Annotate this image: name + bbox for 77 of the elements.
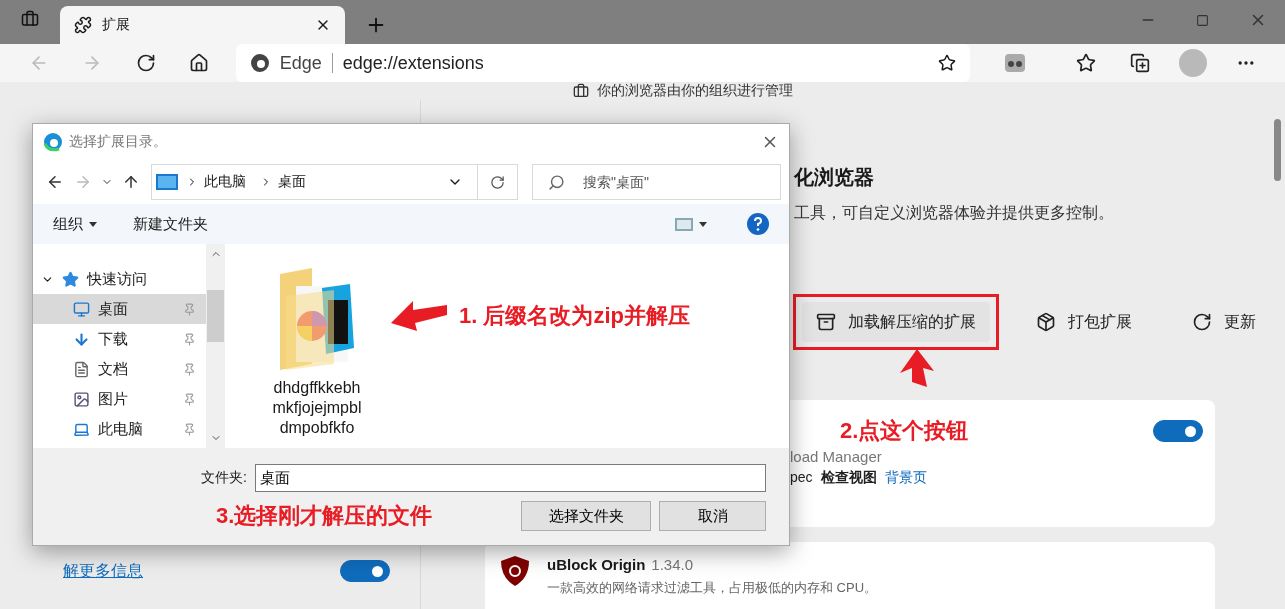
- browser-logo-icon: [249, 53, 270, 73]
- favorites-icon[interactable]: [1076, 53, 1097, 73]
- puzzle-icon: [74, 16, 92, 34]
- back-icon[interactable]: [46, 173, 64, 191]
- pin-icon: [183, 392, 196, 406]
- dialog-title: 选择扩展目录。: [69, 133, 168, 151]
- breadcrumb[interactable]: 桌面: [272, 173, 312, 191]
- cancel-button[interactable]: 取消: [659, 501, 766, 531]
- home-icon[interactable]: [188, 53, 209, 73]
- background-page-link[interactable]: 背景页: [884, 469, 927, 487]
- field-label: 文件夹:: [201, 469, 247, 487]
- command-button[interactable]: 新建文件夹: [133, 214, 208, 234]
- page-subtitle: 工具，可自定义浏览器体验并提供更多控制。: [794, 203, 1115, 223]
- nav-item[interactable]: 桌面: [33, 294, 206, 324]
- caret-icon: [89, 221, 97, 227]
- browser-tab[interactable]: 扩展: [60, 6, 345, 44]
- briefcase-icon: [572, 83, 589, 99]
- reload-icon[interactable]: [135, 53, 156, 73]
- refresh-icon[interactable]: [490, 174, 505, 190]
- up-icon[interactable]: [122, 173, 140, 191]
- monitor-icon: [73, 300, 90, 318]
- document-icon: [73, 360, 90, 378]
- maximize-icon[interactable]: [1196, 13, 1209, 27]
- version-text: 1.34.0: [651, 556, 694, 573]
- pin-icon: [183, 362, 196, 376]
- monitor-icon: [156, 174, 178, 190]
- favorite-add-icon[interactable]: [937, 54, 956, 72]
- page-heading: 化浏览器: [794, 165, 875, 190]
- url-text: edge://extensions: [342, 52, 485, 74]
- picture-icon: [73, 390, 90, 408]
- nav-item[interactable]: 快速访问: [33, 264, 206, 294]
- caret-icon[interactable]: [699, 221, 707, 227]
- download-icon: [73, 330, 90, 348]
- extension-name: uBlock Origin: [547, 556, 646, 573]
- inspect-text: pec: [790, 469, 813, 487]
- annotation-text: 1. 后缀名改为zip并解压: [459, 302, 690, 330]
- help-icon[interactable]: [747, 213, 769, 235]
- package-icon: [1036, 312, 1056, 332]
- annotation-text: 2.点这个按钮: [840, 417, 969, 445]
- folder-field[interactable]: 桌面: [255, 464, 766, 492]
- archive-icon: [816, 312, 836, 332]
- action-button[interactable]: 打包扩展: [1022, 302, 1146, 342]
- managed-notice: 你的浏览器由你的组织进行管理: [596, 82, 793, 100]
- pin-icon: [183, 422, 196, 436]
- refresh-icon: [1192, 312, 1212, 332]
- shield-icon: [501, 556, 529, 586]
- select-folder-button[interactable]: 选择文件夹: [521, 501, 651, 531]
- pin-icon: [183, 332, 196, 346]
- toggle-switch[interactable]: [340, 560, 390, 582]
- scrollbar-thumb[interactable]: [1274, 119, 1281, 181]
- path-bar[interactable]: 此电脑 桌面: [151, 164, 518, 200]
- site-label: Edge: [279, 52, 322, 74]
- collections-add-icon[interactable]: [1129, 53, 1150, 73]
- command-button[interactable]: 组织: [53, 214, 97, 234]
- pin-icon: [183, 302, 196, 316]
- nav-item[interactable]: 图片: [33, 384, 206, 414]
- toggle-switch[interactable]: [1153, 420, 1203, 442]
- extension-description: 一款高效的网络请求过滤工具，占用极低的内存和 CPU。: [547, 579, 878, 597]
- nav-item[interactable]: 此电脑: [33, 414, 206, 444]
- annotation-text: 3.选择刚才解压的文件: [216, 502, 433, 530]
- action-button[interactable]: 更新: [1178, 302, 1270, 342]
- scrollbar-thumb[interactable]: [207, 290, 224, 342]
- nav-item[interactable]: 下载: [33, 324, 206, 354]
- action-button[interactable]: 加载解压缩的扩展: [802, 302, 990, 342]
- inspect-text[interactable]: 检查视图: [820, 469, 877, 487]
- folder-item[interactable]: dhdgffkkebhmkfjojejmpbldmpobfkfo: [257, 264, 377, 448]
- nav-item[interactable]: 文档: [33, 354, 206, 384]
- extension-name: load Manager: [790, 448, 883, 465]
- search-icon: [548, 174, 565, 191]
- annotation-arrow: [391, 301, 447, 331]
- tab-title: 扩展: [102, 16, 131, 34]
- learn-more-link[interactable]: 解更多信息: [63, 560, 143, 582]
- star-icon: [62, 270, 79, 288]
- breadcrumb[interactable]: 此电脑: [198, 173, 252, 191]
- search-field[interactable]: 搜索"桌面": [532, 164, 781, 200]
- browser-logo-icon: [43, 132, 63, 152]
- address-bar[interactable]: Edge edge://extensions: [235, 44, 970, 82]
